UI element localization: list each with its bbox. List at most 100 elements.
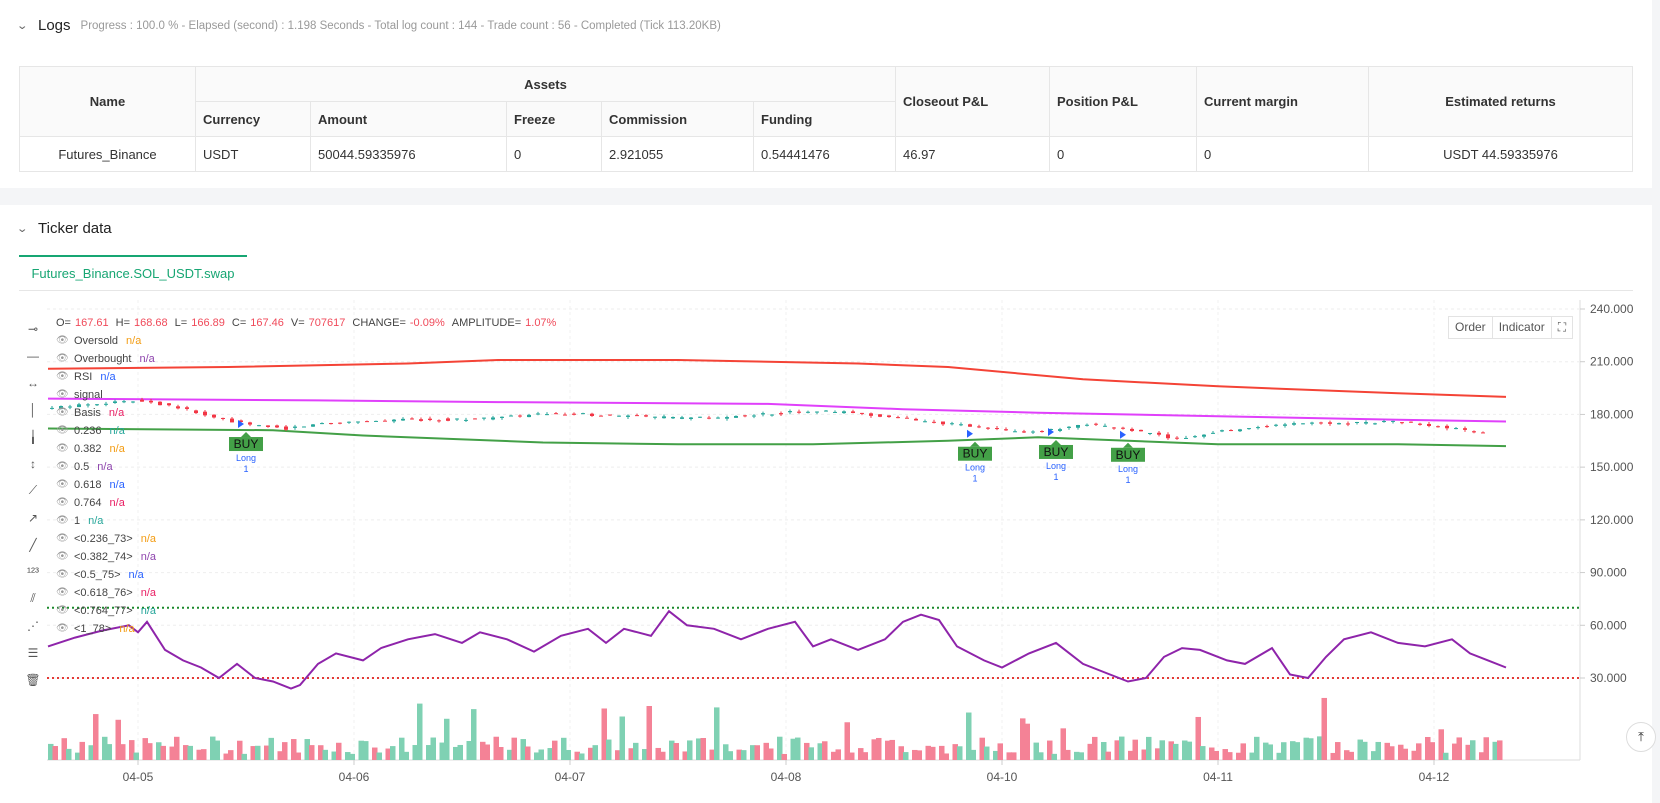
legend-item[interactable]: 👁 0.764 n/a <box>56 494 556 512</box>
legend-item[interactable]: 👁 <0.5_75> n/a <box>56 566 556 584</box>
volume-bar <box>795 737 801 760</box>
eye-icon[interactable]: 👁 <box>56 602 70 620</box>
eye-icon[interactable]: 👁 <box>56 530 70 548</box>
eye-icon[interactable]: 👁 <box>56 386 70 404</box>
legend-item[interactable]: 👁 0.5 n/a <box>56 458 556 476</box>
volume-bar <box>1038 752 1044 760</box>
legend-item[interactable]: 👁 0.618 n/a <box>56 476 556 494</box>
legend-item[interactable]: 👁 <1_78> n/a <box>56 620 556 638</box>
fib-channel-icon[interactable]: ⋰ <box>22 612 44 639</box>
legend-item[interactable]: 👁 signal <box>56 386 556 404</box>
candle-body <box>50 407 54 409</box>
trash-icon[interactable]: 🗑 <box>22 666 44 693</box>
candle-body <box>941 421 945 425</box>
legend-item[interactable]: 👁 RSI n/a <box>56 368 556 386</box>
candle-body <box>752 415 756 417</box>
candle-body <box>1283 424 1287 426</box>
volume-bar <box>268 737 274 760</box>
volume-bar <box>417 703 423 760</box>
candle-body <box>1418 423 1422 425</box>
volume-bar <box>808 747 814 760</box>
volume-bar <box>1186 741 1192 760</box>
tab-sol-usdt-swap[interactable]: Futures_Binance.SOL_USDT.swap <box>19 255 247 290</box>
volume-bar <box>1335 742 1341 760</box>
eye-icon[interactable]: 👁 <box>56 476 70 494</box>
trend-line-icon[interactable]: ⟋ <box>22 477 44 504</box>
candle-body <box>842 411 846 414</box>
candle-body <box>1040 431 1044 433</box>
candle-body <box>815 411 819 413</box>
candle-body <box>923 421 927 423</box>
horizontal-line-icon[interactable]: — <box>22 342 44 369</box>
fib-retracement-icon[interactable]: ☰ <box>22 639 44 666</box>
volume-bar <box>484 744 490 760</box>
legend-item[interactable]: 👁 0.382 n/a <box>56 440 556 458</box>
legend-item[interactable]: 👁 <0.618_76> n/a <box>56 584 556 602</box>
y-tick-label: 30.000 <box>1590 671 1627 685</box>
volume-bar <box>1470 740 1476 760</box>
eye-icon[interactable]: 👁 <box>56 350 70 368</box>
legend-item[interactable]: 👁 <0.382_74> n/a <box>56 548 556 566</box>
candle-body <box>986 427 990 429</box>
legend-value: n/a <box>140 605 157 617</box>
legend-item[interactable]: 👁 0.236 n/a <box>56 422 556 440</box>
candle-body <box>932 421 936 423</box>
candle-body <box>977 426 981 428</box>
volume-bar <box>1213 751 1219 760</box>
candle-body <box>617 415 621 417</box>
candle-body <box>1148 432 1152 434</box>
volume-bar <box>565 749 571 760</box>
candle-body <box>1373 423 1377 425</box>
eye-icon[interactable]: 👁 <box>56 620 70 638</box>
legend-item[interactable]: 👁 Basis n/a <box>56 404 556 422</box>
candle-body <box>1481 432 1485 434</box>
indicator-button[interactable]: Indicator <box>1493 317 1552 338</box>
legend-value: n/a <box>126 335 142 347</box>
horizontal-ray-icon[interactable]: ⊸ <box>22 315 44 342</box>
candle-body <box>734 415 738 418</box>
eye-icon[interactable]: 👁 <box>56 494 70 512</box>
candle-body <box>590 413 594 416</box>
candle-body <box>707 417 711 419</box>
legend-item[interactable]: 👁 <0.236_73> n/a <box>56 530 556 548</box>
vertical-segment-icon[interactable]: ╽ <box>22 423 44 450</box>
order-button[interactable]: Order <box>1449 317 1493 338</box>
legend-value: n/a <box>140 533 157 545</box>
legend-item[interactable]: 👁 Oversold n/a <box>56 332 556 350</box>
volume-bar <box>1456 737 1462 760</box>
eye-icon[interactable]: 👁 <box>56 368 70 386</box>
volume-bar <box>538 749 544 760</box>
eye-icon[interactable]: 👁 <box>56 584 70 602</box>
eye-icon[interactable]: 👁 <box>56 440 70 458</box>
scroll-to-top-icon[interactable]: ⤒ <box>1626 722 1656 752</box>
eye-icon[interactable]: 👁 <box>56 332 70 350</box>
vertical-line-icon[interactable]: │ <box>22 396 44 423</box>
logs-header[interactable]: ⌄ Logs Progress : 100.0 % - Elapsed (sec… <box>16 17 721 34</box>
volume-bar <box>1119 736 1125 760</box>
eye-icon[interactable]: 👁 <box>56 404 70 422</box>
eye-icon[interactable]: 👁 <box>56 548 70 566</box>
horizontal-segment-icon[interactable]: ↔ <box>22 369 44 396</box>
volume-bar <box>1348 751 1354 760</box>
legend-value: n/a <box>100 371 116 383</box>
legend-item[interactable]: 👁 <0.764_77> n/a <box>56 602 556 620</box>
ticker-header[interactable]: ⌄ Ticker data <box>16 220 111 237</box>
ray-line-icon[interactable]: ↗ <box>22 504 44 531</box>
eye-icon[interactable]: 👁 <box>56 422 70 440</box>
legend-item[interactable]: 👁 Overbought n/a <box>56 350 556 368</box>
parallel-channel-icon[interactable]: ⫽ <box>22 585 44 612</box>
legend-item[interactable]: 👁 1 n/a <box>56 512 556 530</box>
extended-line-icon[interactable]: ╱ <box>22 531 44 558</box>
vertical-arrow-icon[interactable]: ↕ <box>22 450 44 477</box>
cell-amount: 50044.59335976 <box>310 136 507 172</box>
fullscreen-icon[interactable]: ⛶ <box>1552 317 1572 338</box>
eye-icon[interactable]: 👁 <box>56 458 70 476</box>
price-label-icon[interactable]: ¹²³ <box>22 558 44 585</box>
x-tick-label: 04-05 <box>123 770 154 784</box>
eye-icon[interactable]: 👁 <box>56 512 70 530</box>
cell-position: 0 <box>1049 136 1197 172</box>
legend-value: n/a <box>88 515 104 527</box>
eye-icon[interactable]: 👁 <box>56 566 70 584</box>
volume-bar <box>201 749 207 760</box>
candle-body <box>1436 426 1440 428</box>
